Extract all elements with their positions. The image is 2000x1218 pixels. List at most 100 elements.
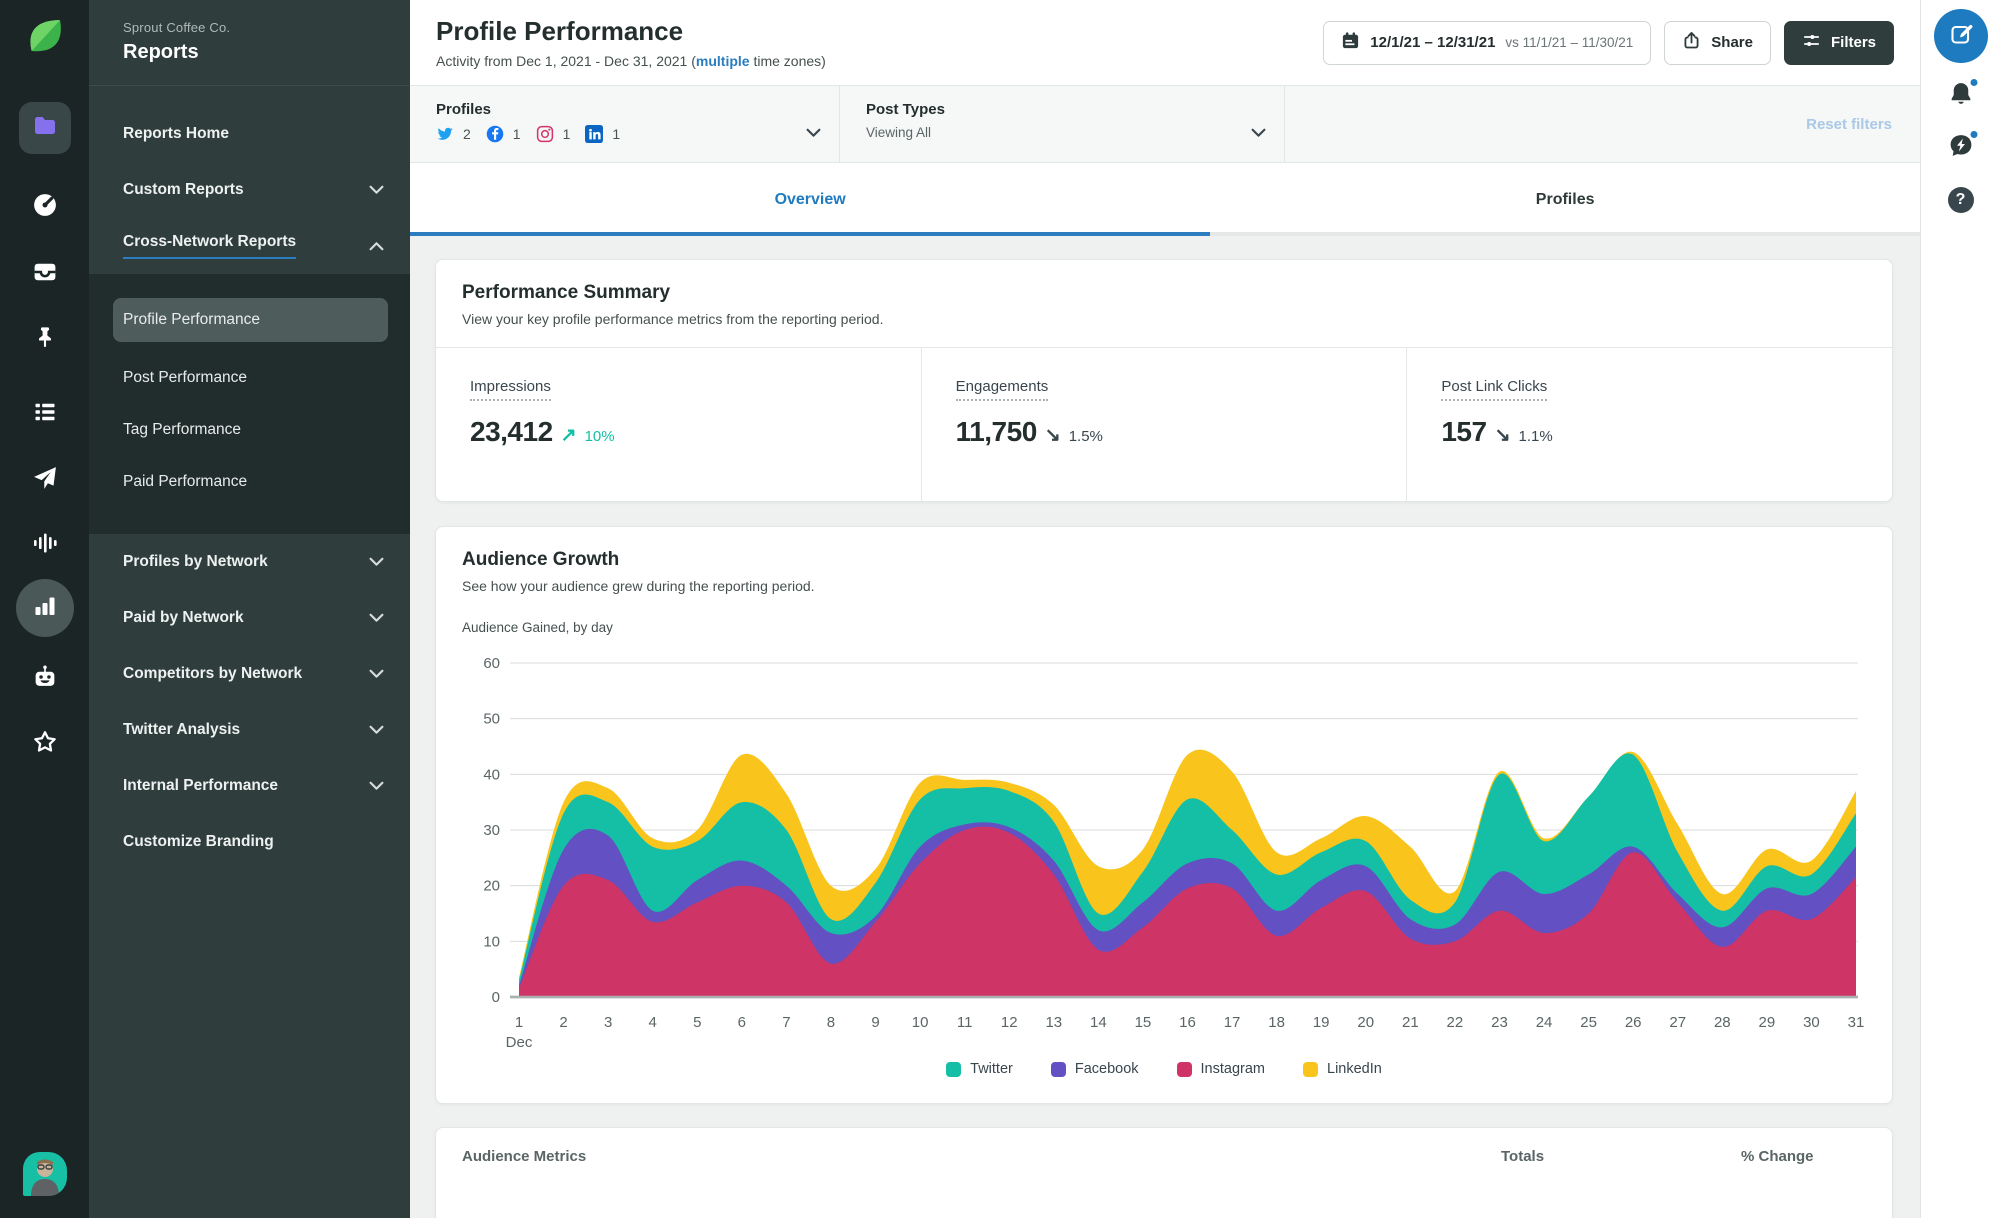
sidebar-subitem-tag-performance[interactable]: Tag Performance (89, 404, 410, 456)
whats-new-icon[interactable] (1947, 129, 1979, 164)
metric-label[interactable]: Post Link Clicks (1441, 378, 1548, 401)
star-icon[interactable] (31, 729, 58, 756)
legend-label: LinkedIn (1327, 1061, 1382, 1077)
sidebar-item-reports-home[interactable]: Reports Home (89, 106, 410, 162)
metric-label[interactable]: Engagements (955, 378, 1049, 401)
paper-plane-icon[interactable] (31, 465, 58, 492)
calendar-icon (1341, 31, 1360, 54)
profiles-filter[interactable]: Profiles 2 1 1 1 (410, 86, 840, 162)
pin-icon[interactable] (32, 325, 57, 350)
svg-text:10: 10 (483, 933, 500, 950)
svg-text:26: 26 (1625, 1014, 1642, 1031)
svg-text:40: 40 (483, 766, 500, 783)
metric-label[interactable]: Impressions (470, 378, 551, 401)
sidebar-item-label: Competitors by Network (123, 665, 303, 682)
svg-text:3: 3 (604, 1014, 612, 1031)
svg-text:7: 7 (782, 1014, 790, 1031)
metric-impressions: Impressions 23,412 ↗ 10% (436, 348, 921, 501)
sidebar-nav-top: Reports Home Custom Reports Cross-Network … (89, 86, 410, 274)
date-range-button[interactable]: 12/1/21 – 12/31/21 vs 11/1/21 – 11/30/21 (1323, 20, 1652, 65)
sidebar-subitem-paid-performance[interactable]: Paid Performance (89, 456, 410, 508)
sidebar-nav-lower: Profiles by Network Paid by Network Compet… (89, 534, 410, 870)
svg-text:24: 24 (1536, 1014, 1553, 1031)
svg-text:29: 29 (1759, 1014, 1776, 1031)
queue-list-icon[interactable] (32, 399, 58, 425)
sidebar-item-twitter-analysis[interactable]: Twitter Analysis (89, 702, 410, 758)
sidebar-item-cross-network-reports[interactable]: Cross-Network Reports (89, 218, 410, 274)
tab-overview[interactable]: Overview (410, 163, 1211, 236)
svg-text:5: 5 (693, 1014, 701, 1031)
notification-dot (1968, 77, 1979, 88)
chevron-down-icon (1251, 121, 1266, 143)
sidebar-item-internal-performance[interactable]: Internal Performance (89, 758, 410, 814)
linkedin-profile-count: 1 (612, 126, 621, 142)
chevron-down-icon (369, 781, 384, 791)
svg-text:25: 25 (1580, 1014, 1597, 1031)
svg-text:30: 30 (483, 822, 500, 839)
sidebar-item-custom-reports[interactable]: Custom Reports (89, 162, 410, 218)
linkedin-icon (585, 125, 604, 143)
legend-item-twitter[interactable]: Twitter (946, 1061, 1013, 1077)
svg-text:18: 18 (1268, 1014, 1285, 1031)
sidebar-item-profiles-by-network[interactable]: Profiles by Network (89, 534, 410, 590)
share-button[interactable]: Share (1664, 20, 1771, 65)
post-types-filter[interactable]: Post Types Viewing All (840, 86, 1285, 162)
svg-text:28: 28 (1714, 1014, 1731, 1031)
legend-item-linkedin[interactable]: LinkedIn (1303, 1061, 1382, 1077)
metric-change: 1.5% (1068, 428, 1103, 445)
app-rail (0, 0, 89, 1218)
sidebar-item-label: Paid by Network (123, 609, 244, 626)
sidebar-subitem-post-performance[interactable]: Post Performance (89, 352, 410, 404)
page-subtitle: Activity from Dec 1, 2021 - Dec 31, 2021… (436, 53, 826, 69)
audience-metrics-header: Audience Metrics (462, 1148, 587, 1165)
reset-filters-link[interactable]: Reset filters (1806, 116, 1920, 133)
legend-label: Facebook (1074, 1061, 1139, 1077)
svg-text:8: 8 (827, 1014, 835, 1031)
inbox-icon[interactable] (31, 259, 58, 286)
org-name: Sprout Coffee Co. (123, 20, 231, 35)
metric-value: 157 (1441, 416, 1487, 447)
chart-axis-title: Audience Gained, by day (462, 620, 613, 635)
sidebar-item-label: Internal Performance (123, 777, 279, 794)
multiple-timezones-link[interactable]: multiple (696, 53, 750, 69)
trend-down-icon: ↘ (1494, 425, 1511, 446)
user-avatar[interactable] (22, 1152, 67, 1196)
sidebar-header: Sprout Coffee Co. Reports (89, 0, 410, 86)
help-icon[interactable]: ? (1947, 187, 1974, 213)
sidebar-item-customize-branding[interactable]: Customize Branding (89, 814, 410, 870)
instagram-icon (536, 125, 554, 143)
audience-growth-description: See how your audience grew during the re… (462, 578, 815, 594)
gauge-icon[interactable] (31, 192, 58, 219)
sidebar-subitem-profile-performance[interactable]: Profile Performance (113, 298, 388, 342)
sprout-logo-icon[interactable] (25, 16, 65, 56)
page-header: Profile Performance Activity from Dec 1,… (410, 0, 1920, 86)
rail-reports-folder-active[interactable] (18, 102, 71, 154)
svg-text:12: 12 (1001, 1014, 1018, 1031)
main-area: Profile Performance Activity from Dec 1,… (410, 0, 1920, 1218)
legend-item-instagram[interactable]: Instagram (1176, 1061, 1265, 1077)
bot-icon[interactable] (31, 664, 58, 691)
tab-profiles[interactable]: Profiles (1210, 163, 1920, 236)
chevron-down-icon (369, 185, 384, 195)
svg-text:22: 22 (1447, 1014, 1464, 1031)
audience-growth-title: Audience Growth (462, 549, 620, 570)
svg-text:2: 2 (559, 1014, 567, 1031)
sidebar-item-competitors-by-network[interactable]: Competitors by Network (89, 646, 410, 702)
post-types-value: Viewing All (866, 125, 932, 140)
svg-text:9: 9 (871, 1014, 879, 1031)
profiles-filter-label: Profiles (436, 101, 492, 118)
waveform-icon[interactable] (31, 530, 58, 557)
sidebar-item-paid-by-network[interactable]: Paid by Network (89, 590, 410, 646)
legend-swatch (1050, 1061, 1066, 1077)
sidebar-subnav: Profile Performance Post Performance Tag P… (89, 274, 410, 534)
filters-icon (1802, 31, 1821, 54)
compose-icon (1949, 22, 1973, 51)
svg-text:20: 20 (1357, 1014, 1374, 1031)
metric-post-link-clicks: Post Link Clicks 157 ↘ 1.1% (1406, 348, 1892, 501)
svg-text:50: 50 (483, 711, 500, 728)
legend-item-facebook[interactable]: Facebook (1050, 1061, 1139, 1077)
rail-reports-chart-active[interactable] (15, 579, 74, 637)
compose-button[interactable] (1933, 9, 1988, 63)
notifications-bell-icon[interactable] (1947, 77, 1979, 112)
filters-button[interactable]: Filters (1783, 20, 1894, 65)
